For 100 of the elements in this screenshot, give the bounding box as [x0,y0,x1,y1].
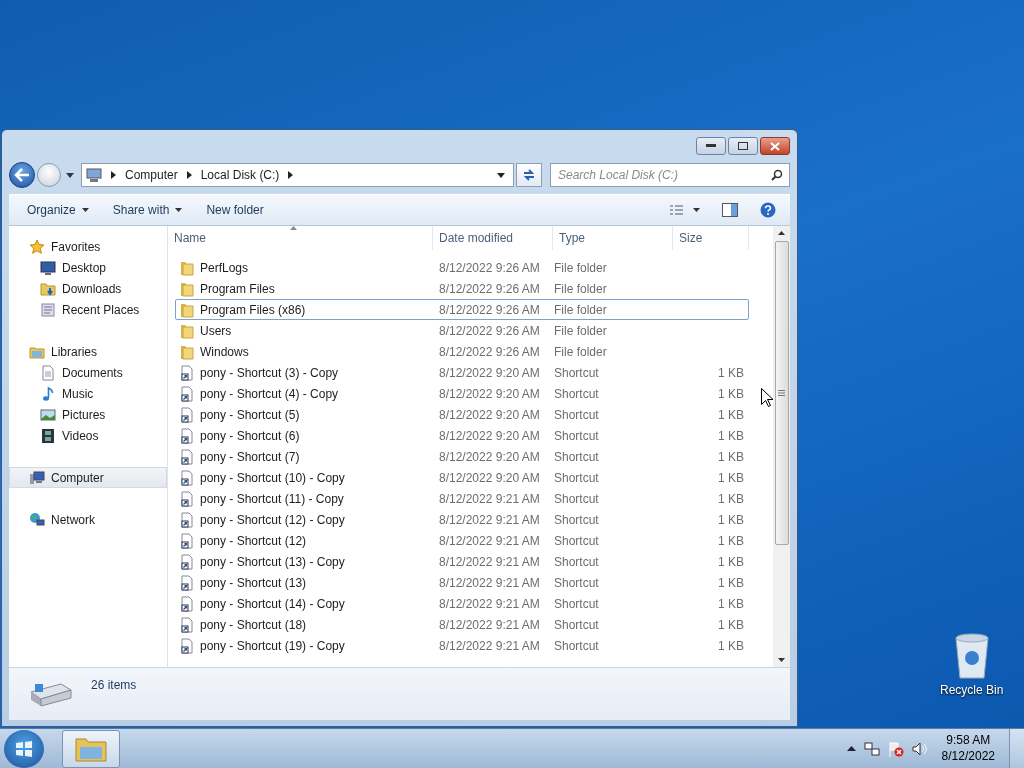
clock-time: 9:58 AM [946,732,991,749]
file-name: pony - Shortcut (4) - Copy [200,386,339,401]
date-cell-text: 8/12/2022 9:21 AM [438,575,541,590]
file-row[interactable]: pony - Shortcut (7) 8/12/2022 9:20 AM Shortcut 1 KB [175,446,749,467]
column-header[interactable]: Name [168,226,433,250]
maximize-button[interactable] [728,137,758,155]
breadcrumb[interactable]: Computer [125,168,178,182]
date-cell-text: 8/12/2022 9:20 AM [438,428,541,443]
search-field[interactable]: Search Local Disk (C:) [550,163,790,187]
shortcut-file-icon [179,427,195,444]
date-cell-text: 8/12/2022 9:21 AM [438,617,541,632]
address-bar[interactable]: Computer Local Disk (C:) [81,163,514,187]
column-header[interactable]: Size [673,226,749,250]
network-status-icon[interactable] [863,740,880,757]
sidebar-item[interactable]: Computer [9,467,167,488]
file-row[interactable]: pony - Shortcut (12) - Copy 8/12/2022 9:21 AM Shortcut 1 KB [175,509,749,530]
music-note-icon [40,385,56,402]
recent-places-icon [40,301,56,318]
date-cell-text: 8/12/2022 9:26 AM [438,260,541,275]
file-row[interactable]: PerfLogs 8/12/2022 9:26 AM File folder [175,257,749,278]
refresh-icon [522,168,536,182]
file-row[interactable]: Program Files (x86) 8/12/2022 9:26 AM File folder [175,299,749,320]
type-cell-text: Shortcut [554,449,600,464]
file-row[interactable]: pony - Shortcut (13) - Copy 8/12/2022 9:21 AM Shortcut 1 KB [175,551,749,572]
file-row[interactable]: pony - Shortcut (13) 8/12/2022 9:21 AM Shortcut 1 KB [175,572,749,593]
toolbar-button[interactable]: New folder [196,199,274,221]
sidebar-item[interactable]: Videos [9,425,167,446]
sidebar-item[interactable]: Favorites [9,236,167,257]
desktop-icon-label[interactable]: Recycle Bin [940,683,1004,697]
date-cell-text: 8/12/2022 9:21 AM [438,554,541,569]
size-cell-text: 1 KB [717,554,745,569]
file-row[interactable]: pony - Shortcut (6) 8/12/2022 9:20 AM Shortcut 1 KB [175,425,749,446]
clock[interactable]: 9:58 AM 8/12/2022 [935,732,1001,765]
sidebar-item[interactable]: Recent Places [9,299,167,320]
file-name: pony - Shortcut (13) [200,575,307,590]
minimize-button[interactable] [696,137,726,155]
help-icon [760,202,776,218]
dropdown-arrow-icon[interactable] [66,172,74,178]
type-cell-text: Shortcut [554,638,600,653]
toolbar-button[interactable]: Organize [17,199,99,221]
scrollbar[interactable] [773,226,790,667]
date-cell-text: 8/12/2022 9:21 AM [438,512,541,527]
file-row[interactable]: pony - Shortcut (19) - Copy 8/12/2022 9:21 AM Shortcut 1 KB [175,635,749,656]
close-icon [770,141,780,151]
back-button[interactable] [9,162,35,188]
speaker-icon[interactable] [911,740,928,757]
sidebar-item[interactable]: Music [9,383,167,404]
flag-error-icon[interactable] [887,740,904,757]
file-row[interactable]: pony - Shortcut (18) 8/12/2022 9:21 AM Shortcut 1 KB [175,614,749,635]
shortcut-file-icon [179,385,195,402]
date-cell-text: 8/12/2022 9:20 AM [438,407,541,422]
size-cell-text: 1 KB [717,512,745,527]
chevron-icon [186,171,192,179]
dropdown-arrow-icon[interactable] [497,172,505,178]
file-name: PerfLogs [200,260,249,275]
file-row[interactable]: pony - Shortcut (3) - Copy 8/12/2022 9:20 AM Shortcut 1 KB [175,362,749,383]
file-name: pony - Shortcut (12) [200,533,307,548]
start-button[interactable] [4,729,44,768]
file-name: pony - Shortcut (10) - Copy [200,470,345,485]
column-header[interactable]: Date modified [433,226,553,250]
date-cell-text: 8/12/2022 9:20 AM [438,470,541,485]
size-cell-text: 1 KB [717,617,745,632]
size-cell-text: 1 KB [717,638,745,653]
toolbar-button[interactable]: Share with [102,199,193,221]
close-button[interactable] [760,137,790,155]
item-count: 26 items [91,678,137,692]
date-cell-text: 8/12/2022 9:21 AM [438,491,541,506]
file-row[interactable]: pony - Shortcut (11) - Copy 8/12/2022 9:21 AM Shortcut 1 KB [175,488,749,509]
file-row[interactable]: Program Files 8/12/2022 9:26 AM File folder [175,278,749,299]
sidebar-item[interactable]: Pictures [9,404,167,425]
refresh-button[interactable] [516,163,542,187]
sidebar-item[interactable]: Documents [9,362,167,383]
file-row[interactable]: Windows 8/12/2022 9:26 AM File folder [175,341,749,362]
network-icon [29,511,45,528]
shortcut-file-icon [179,448,195,465]
file-row[interactable]: pony - Shortcut (14) - Copy 8/12/2022 9:21 AM Shortcut 1 KB [175,593,749,614]
sidebar-item[interactable]: Downloads [9,278,167,299]
grip-icon [778,390,785,396]
file-row[interactable]: Users 8/12/2022 9:26 AM File folder [175,320,749,341]
scroll-down-icon[interactable] [778,658,785,662]
file-row[interactable]: pony - Shortcut (5) 8/12/2022 9:20 AM Shortcut 1 KB [175,404,749,425]
file-row[interactable]: pony - Shortcut (10) - Copy 8/12/2022 9:20 AM Shortcut 1 KB [175,467,749,488]
date-cell-text: 8/12/2022 9:20 AM [438,386,541,401]
column-header[interactable]: Type [553,226,673,250]
file-name: pony - Shortcut (13) - Copy [200,554,345,569]
show-hidden-icons-icon[interactable] [846,746,856,751]
date-cell-text: 8/12/2022 9:26 AM [438,344,541,359]
folder-icon [179,280,195,297]
scroll-up-icon[interactable] [778,231,785,235]
date-cell-text: 8/12/2022 9:26 AM [438,302,541,317]
sidebar-item[interactable]: Libraries [9,341,167,362]
sidebar-item[interactable]: Desktop [9,257,167,278]
file-row[interactable]: pony - Shortcut (4) - Copy 8/12/2022 9:20 AM Shortcut 1 KB [175,383,749,404]
maximize-icon [738,142,748,150]
sidebar-item[interactable]: Network [9,509,167,530]
file-explorer-taskbar-button[interactable] [62,729,120,768]
breadcrumb[interactable]: Local Disk (C:) [200,168,280,182]
file-name: pony - Shortcut (5) [200,407,300,422]
size-cell-text: 1 KB [717,533,745,548]
file-row[interactable]: pony - Shortcut (12) 8/12/2022 9:21 AM Shortcut 1 KB [175,530,749,551]
